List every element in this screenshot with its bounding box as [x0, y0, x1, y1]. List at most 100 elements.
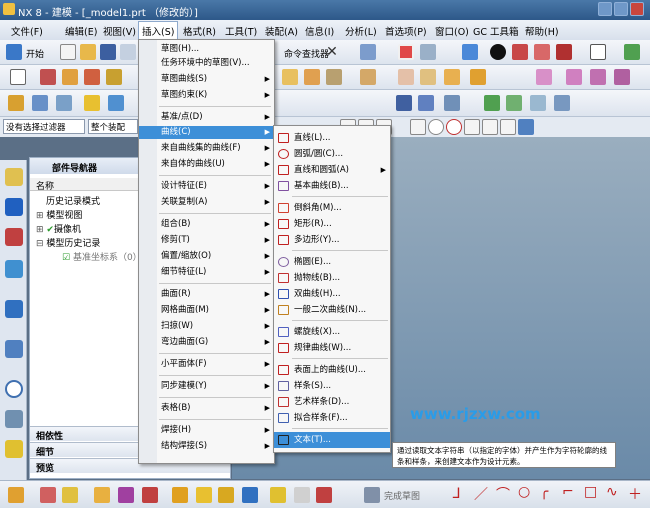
collapse-minus-icon[interactable]: ⊟ — [36, 239, 46, 249]
system-materials-icon[interactable] — [5, 410, 23, 428]
curve-menu-item[interactable]: 直线(L)... — [274, 130, 390, 146]
pull-face-icon[interactable] — [32, 95, 48, 111]
insert-menu-item[interactable]: 任务环境中的草图(V)... — [139, 57, 274, 70]
nav-row-history-mode[interactable]: 历史记录模式 — [46, 194, 100, 207]
curve-menu-item[interactable]: 规律曲线(W)... — [274, 340, 390, 356]
close-button[interactable] — [630, 2, 644, 16]
sketch-icon[interactable] — [8, 487, 24, 503]
assembly-navigator-icon[interactable] — [5, 168, 23, 186]
insert-menu-item[interactable]: 网格曲面(M) ▶ — [139, 304, 274, 317]
close-x-icon[interactable]: ✕ — [324, 44, 340, 60]
dimension-icon[interactable] — [316, 487, 332, 503]
scale-body-icon[interactable] — [470, 69, 486, 85]
split-body-icon[interactable] — [420, 69, 436, 85]
constraint-icon[interactable] — [294, 487, 310, 503]
cut-icon[interactable] — [120, 44, 136, 60]
maximize-button[interactable] — [614, 2, 628, 16]
insert-menu-item[interactable]: 小平面体(F) ▶ — [139, 358, 274, 371]
insert-menu-item[interactable]: 基准/点(D) ▶ — [139, 111, 274, 124]
snap-on-face-icon[interactable] — [500, 119, 516, 135]
process-studio-icon[interactable] — [5, 440, 23, 458]
menu-format[interactable]: 格式(R) — [180, 23, 219, 39]
curve-menu-item[interactable]: 矩形(R)... — [274, 216, 390, 232]
trim-icon[interactable] — [142, 487, 158, 503]
menu-gc-toolkit[interactable]: GC 工具箱 — [470, 23, 522, 39]
menu-assemblies[interactable]: 装配(A) — [262, 23, 301, 39]
curve-menu-item[interactable]: 螺旋线(X)... — [274, 324, 390, 340]
select-icon[interactable] — [360, 44, 376, 60]
subtract-icon[interactable] — [614, 69, 630, 85]
point-icon[interactable] — [94, 487, 110, 503]
delete-face-icon[interactable] — [108, 95, 124, 111]
open-folder-icon[interactable] — [80, 44, 96, 60]
mirror-icon[interactable] — [566, 69, 582, 85]
blend-icon[interactable] — [282, 69, 298, 85]
hole-icon[interactable] — [84, 69, 100, 85]
arc-icon[interactable]: ⌒ — [496, 484, 510, 504]
insert-menu-item[interactable]: 同步建模(Y) ▶ — [139, 380, 274, 393]
layer-icon[interactable] — [554, 95, 570, 111]
spline-icon[interactable]: ∿ — [606, 484, 618, 500]
insert-menu-item[interactable]: 修剪(T) ▶ — [139, 234, 274, 247]
insert-menu-item[interactable]: 偏置/缩放(O) ▶ — [139, 250, 274, 263]
expand-plus-icon[interactable]: ⊞ — [36, 225, 46, 235]
web-browser-icon[interactable] — [5, 340, 23, 358]
offset-face-icon[interactable] — [444, 69, 460, 85]
curve-menu-item[interactable]: 倒斜角(M)... — [274, 200, 390, 216]
part-navigator-icon[interactable] — [5, 228, 23, 246]
rectangle-sketch-icon[interactable] — [10, 69, 26, 85]
unite-icon[interactable] — [590, 69, 606, 85]
circle-icon[interactable]: ○ — [518, 484, 530, 500]
curve-menu-item[interactable]: 文本(T)... — [274, 432, 390, 448]
menu-file[interactable]: 文件(F) — [8, 23, 46, 39]
box-pink-icon[interactable] — [534, 44, 550, 60]
menu-preferences[interactable]: 首选项(P) — [382, 23, 430, 39]
curve-menu-item[interactable]: 椭圆(E)... — [274, 254, 390, 270]
insert-menu-item[interactable]: 组合(B) ▶ — [139, 218, 274, 231]
wcs-icon[interactable] — [624, 44, 640, 60]
save-icon[interactable] — [100, 44, 116, 60]
box-red-icon[interactable] — [512, 44, 528, 60]
move-face-icon[interactable] — [8, 95, 24, 111]
insert-menu-item[interactable]: 曲面(R) ▶ — [139, 288, 274, 301]
extend-icon[interactable] — [172, 487, 188, 503]
pattern-icon[interactable] — [536, 69, 552, 85]
insert-menu-item[interactable]: 草图约束(K) ▶ — [139, 89, 274, 102]
snap-intersection-icon[interactable] — [410, 119, 426, 135]
nav-row-cameras[interactable]: ⊞ ✔摄像机 — [36, 222, 81, 235]
chamfer-icon[interactable] — [304, 69, 320, 85]
snap-center-icon[interactable] — [428, 119, 444, 135]
menu-insert[interactable]: 插入(S) — [138, 21, 179, 40]
finish-sketch-icon[interactable] — [364, 487, 380, 503]
minimize-button[interactable] — [598, 2, 612, 16]
constraint-navigator-icon[interactable] — [5, 198, 23, 216]
menu-information[interactable]: 信息(I) — [302, 23, 337, 39]
hd3d-tools-icon[interactable] — [5, 300, 23, 318]
fit-view-icon[interactable] — [420, 44, 436, 60]
menu-edit[interactable]: 编辑(E) — [62, 23, 100, 39]
point-plus-icon[interactable]: ＋ — [628, 484, 642, 504]
insert-menu-item[interactable]: 曲线(C) ▶ — [139, 126, 274, 139]
expand-plus-icon[interactable]: ⊞ — [36, 211, 46, 221]
background-color-icon[interactable] — [590, 44, 606, 60]
offset-curve-icon[interactable] — [196, 487, 212, 503]
replace-face-icon[interactable] — [56, 95, 72, 111]
check-box-icon[interactable]: ☑ — [62, 253, 70, 263]
snap-existing-point-icon[interactable] — [464, 119, 480, 135]
snap-on-curve-icon[interactable] — [482, 119, 498, 135]
boss-icon[interactable] — [106, 69, 122, 85]
new-file-icon[interactable] — [60, 44, 76, 60]
curve-menu-item[interactable]: 基本曲线(B)... — [274, 178, 390, 194]
datum-axis-icon[interactable] — [62, 487, 78, 503]
insert-menu-item[interactable]: 来自曲线集的曲线(F) ▶ — [139, 142, 274, 155]
grid-icon[interactable] — [530, 95, 546, 111]
profile-icon[interactable]: ᒧ — [452, 486, 461, 502]
check-icon[interactable] — [484, 95, 500, 111]
menu-tools[interactable]: 工具(T) — [222, 23, 260, 39]
attach-icon[interactable] — [270, 487, 286, 503]
shell-icon[interactable] — [326, 69, 342, 85]
curve-menu-item[interactable]: 抛物线(B)... — [274, 270, 390, 286]
history-icon[interactable] — [5, 380, 23, 398]
box-dark-red-icon[interactable] — [556, 44, 572, 60]
insert-menu-item[interactable]: 细节特征(L) ▶ — [139, 266, 274, 279]
